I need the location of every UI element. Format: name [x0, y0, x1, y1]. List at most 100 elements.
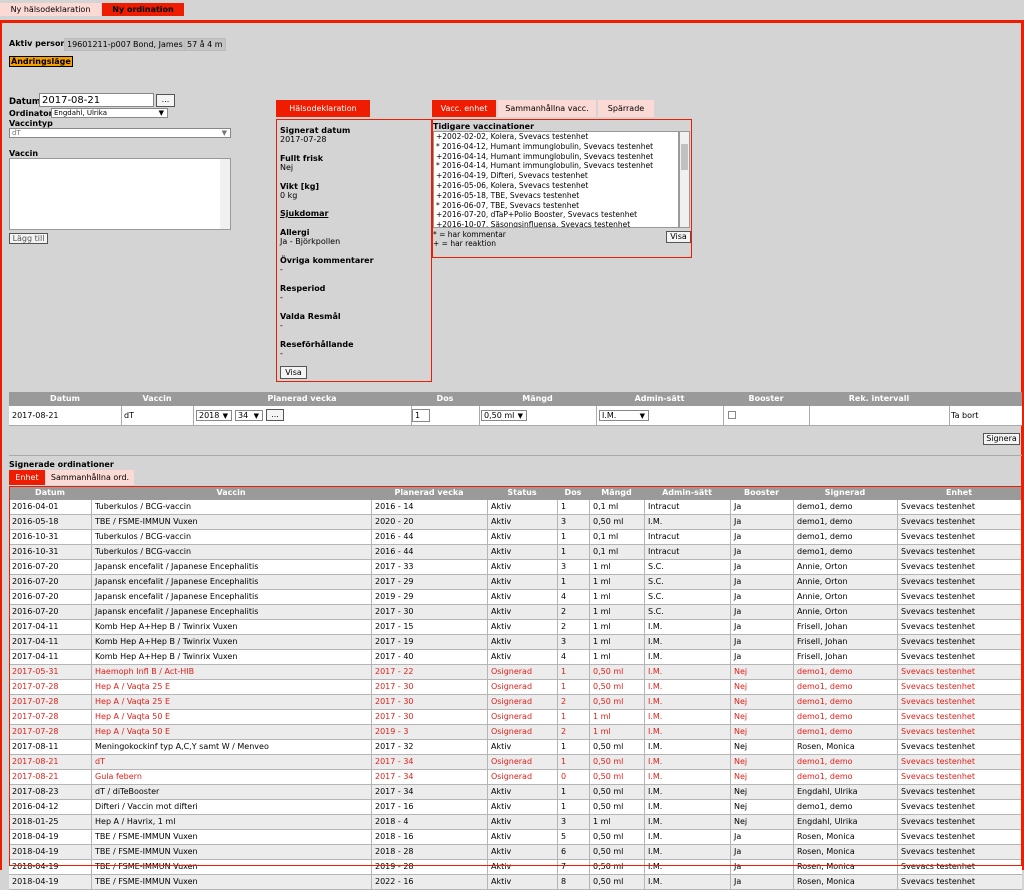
table-row[interactable]: 2016-05-18 TBE / FSME-IMMUN Vuxen 2020 - 2…: [9, 515, 1022, 530]
cell-vaccin: Komb Hep A+Hep B / Twinrix Vuxen: [91, 650, 371, 664]
vaccin-listbox[interactable]: [9, 158, 231, 230]
add-vaccine-button[interactable]: Lägg till: [9, 233, 48, 244]
plan-cell-border: [809, 406, 810, 425]
table-row[interactable]: 2017-07-28 Hep A / Vaqta 50 E 2019 - 3 Osig…: [9, 725, 1022, 740]
cell-dos: 8: [557, 875, 589, 889]
cell-mangd: 0,50 ml: [589, 680, 644, 694]
previous-vaccination-item[interactable]: * 2016-04-14, Humant immunglobulin, Svev…: [436, 161, 678, 171]
plan-year-select[interactable]: 2018 ▼: [196, 410, 232, 421]
datum-input[interactable]: [39, 93, 154, 107]
cell-booster: Ja: [730, 650, 793, 664]
cell-vaccin: Hep A / Vaqta 50 E: [91, 710, 371, 724]
cell-vaccin: Gula febern: [91, 770, 371, 784]
cell-enhet: Svevacs testenhet: [897, 755, 1022, 769]
tab-sparrade[interactable]: Spärrade: [598, 100, 654, 117]
table-row[interactable]: 2017-08-21 Gula febern 2017 - 34 Osignerad 0…: [9, 770, 1022, 785]
previous-vaccination-item[interactable]: +2016-05-18, TBE, Svevacs testenhet: [436, 191, 678, 201]
table-row[interactable]: 2017-08-23 dT / diTeBooster 2017 - 34 Aktiv…: [9, 785, 1022, 800]
health-visa-button[interactable]: Visa: [280, 366, 307, 379]
previous-vaccinations-list[interactable]: +2002-02-02, Kolera, Svevacs testenhet * …: [433, 131, 679, 228]
table-row[interactable]: 2016-10-31 Tuberkulos / BCG-vaccin 2016 - …: [9, 545, 1022, 560]
tab-sammanhallna-ord[interactable]: Sammanhållna ord.: [46, 470, 134, 485]
table-row[interactable]: 2016-04-01 Tuberkulos / BCG-vaccin 2016 - …: [9, 500, 1022, 515]
scrollbar-thumb[interactable]: [681, 144, 688, 170]
table-row[interactable]: 2017-07-28 Hep A / Vaqta 25 E 2017 - 30 Osi…: [9, 695, 1022, 710]
vaccintyp-value: dT: [12, 129, 21, 137]
tab-sammanhallna-vacc[interactable]: Sammanhållna vacc.: [498, 100, 596, 117]
table-row[interactable]: 2017-04-11 Komb Hep A+Hep B / Twinrix Vux…: [9, 635, 1022, 650]
cell-admin-satt: S.C.: [644, 560, 730, 574]
table-row[interactable]: 2017-07-28 Hep A / Vaqta 50 E 2017 - 30 Osi…: [9, 710, 1022, 725]
signed-table-body: 2016-04-01 Tuberkulos / BCG-vaccin 2016 - …: [9, 500, 1022, 890]
plan-cell-border: [596, 406, 597, 425]
previous-vaccination-item[interactable]: * 2016-04-12, Humant immunglobulin, Svev…: [436, 142, 678, 152]
plan-mangd-select[interactable]: 0,50 ml ▼: [481, 410, 527, 421]
previous-vaccination-item[interactable]: * 2016-06-07, TBE, Svevacs testenhet: [436, 201, 678, 211]
cell-signerad: demo1, demo: [793, 800, 897, 814]
plan-booster-checkbox[interactable]: [728, 411, 736, 419]
previous-vaccination-item[interactable]: +2016-05-06, Kolera, Svevacs testenhet: [436, 181, 678, 191]
plan-week-picker-button[interactable]: ...: [266, 409, 284, 421]
table-row[interactable]: 2018-01-25 Hep A / Havrix, 1 ml 2018 - 4 Ak…: [9, 815, 1022, 830]
table-row[interactable]: 2018-04-19 TBE / FSME-IMMUN Vuxen 2022 - 1…: [9, 875, 1022, 890]
previous-vaccination-item[interactable]: +2016-10-07, Säsongsinfluensa, Svevacs t…: [436, 220, 678, 227]
cell-datum: 2017-08-21: [12, 772, 59, 781]
ordinator-select[interactable]: Engdahl, Ulrika ▼: [51, 108, 168, 118]
table-row[interactable]: 2016-07-20 Japansk encefalit / Japanese E…: [9, 575, 1022, 590]
previous-vaccination-item[interactable]: +2016-04-14, Humant immunglobulin, Sveva…: [436, 152, 678, 162]
vaccintyp-select[interactable]: dT ▼: [9, 128, 231, 138]
cell-booster: Ja: [730, 860, 793, 874]
cell-enhet: Svevacs testenhet: [897, 590, 1022, 604]
cell-booster: Nej: [730, 770, 793, 784]
sign-button[interactable]: Signera: [983, 433, 1020, 445]
table-row[interactable]: 2016-07-20 Japansk encefalit / Japanese E…: [9, 590, 1022, 605]
table-row[interactable]: 2016-10-31 Tuberkulos / BCG-vaccin 2016 - …: [9, 530, 1022, 545]
vaccin-listbox-scrollbar[interactable]: [220, 159, 230, 229]
cell-status: Aktiv: [487, 605, 557, 619]
cell-booster: Ja: [730, 875, 793, 889]
table-row[interactable]: 2017-08-11 Meningokockinf typ A,C,Y samt …: [9, 740, 1022, 755]
cell-signerad: Engdahl, Ulrika: [793, 815, 897, 829]
cell-vaccin: Hep A / Vaqta 25 E: [91, 680, 371, 694]
table-row[interactable]: 2017-04-11 Komb Hep A+Hep B / Twinrix Vux…: [9, 620, 1022, 635]
previous-vaccination-item[interactable]: +2016-07-20, dTaP+Polio Booster, Svevacs…: [436, 210, 678, 220]
plan-cell-border: [193, 406, 194, 425]
table-row[interactable]: 2018-04-19 TBE / FSME-IMMUN Vuxen 2018 - 2…: [9, 845, 1022, 860]
plan-dos-input[interactable]: [412, 409, 430, 422]
tab-vacc-enhet[interactable]: Vacc. enhet: [432, 100, 496, 117]
cell-status: Aktiv: [487, 800, 557, 814]
table-row[interactable]: 2018-04-19 TBE / FSME-IMMUN Vuxen 2018 - 1…: [9, 830, 1022, 845]
table-row[interactable]: 2017-04-11 Komb Hep A+Hep B / Twinrix Vux…: [9, 650, 1022, 665]
tab-enhet[interactable]: Enhet: [9, 470, 45, 485]
previous-vaccinations-scrollbar[interactable]: [679, 131, 690, 228]
plan-week-select[interactable]: 34 ▼: [235, 410, 263, 421]
diseases-link[interactable]: Sjukdomar: [280, 209, 328, 218]
tab-ny-ordination[interactable]: Ny ordination: [102, 3, 184, 16]
legend-reaction: + = har reaktion: [433, 239, 496, 248]
vacc-visa-button[interactable]: Visa: [666, 231, 691, 243]
table-row[interactable]: 2016-07-20 Japansk encefalit / Japanese E…: [9, 560, 1022, 575]
cell-datum: 2017-07-28: [12, 697, 59, 706]
tab-ny-halsodeklaration[interactable]: Ny hälsodeklaration: [0, 3, 101, 16]
section-divider: [9, 455, 1022, 456]
datum-picker-button[interactable]: ...: [156, 94, 175, 107]
previous-vaccination-item[interactable]: +2016-04-19, Difteri, Svevacs testenhet: [436, 171, 678, 181]
table-row[interactable]: 2018-04-19 TBE / FSME-IMMUN Vuxen 2019 - 2…: [9, 860, 1022, 875]
header-divider: [0, 20, 1024, 23]
table-row[interactable]: 2017-08-21 dT 2017 - 34 Osignerad 1 0,50 ml I.…: [9, 755, 1022, 770]
previous-vaccination-item[interactable]: +2002-02-02, Kolera, Svevacs testenhet: [436, 132, 678, 142]
cell-dos: 6: [557, 845, 589, 859]
cell-mangd: 0,50 ml: [589, 830, 644, 844]
travel-period-value: -: [280, 293, 283, 302]
tab-halsodeklaration[interactable]: Hälsodeklaration: [276, 100, 370, 117]
plan-remove-link[interactable]: Ta bort: [951, 411, 978, 420]
cell-status: Aktiv: [487, 560, 557, 574]
cell-enhet: Svevacs testenhet: [897, 560, 1022, 574]
table-row[interactable]: 2016-04-12 Difteri / Vaccin mot difteri 20…: [9, 800, 1022, 815]
cell-planerad-vecka: 2017 - 34: [371, 785, 487, 799]
table-row[interactable]: 2017-05-31 Haemoph Infl B / Act-HIB 2017 -…: [9, 665, 1022, 680]
table-row[interactable]: 2017-07-28 Hep A / Vaqta 25 E 2017 - 30 Osi…: [9, 680, 1022, 695]
plan-admin-select[interactable]: I.M. ▼: [599, 410, 649, 421]
cell-enhet: Svevacs testenhet: [897, 650, 1022, 664]
table-row[interactable]: 2016-07-20 Japansk encefalit / Japanese E…: [9, 605, 1022, 620]
